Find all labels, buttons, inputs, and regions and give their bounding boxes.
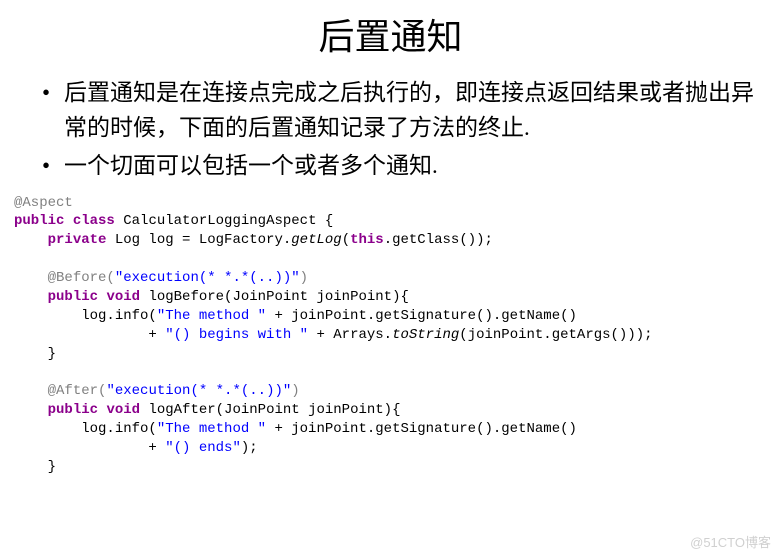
code-text: + joinPoint.getSignature().getName() xyxy=(266,421,577,437)
keyword-void: void xyxy=(106,289,140,305)
code-text: + xyxy=(14,440,165,456)
keyword-private: private xyxy=(48,232,107,248)
watermark: @51CTO博客 xyxy=(690,532,771,551)
code-text: ) xyxy=(300,270,308,286)
code-text: + Arrays. xyxy=(308,327,392,343)
bullet-item: 后置通知是在连接点完成之后执行的，即连接点返回结果或者抛出异常的时候，下面的后置… xyxy=(40,76,761,145)
keyword-public: public xyxy=(14,213,64,229)
code-text: + joinPoint.getSignature().getName() xyxy=(266,308,577,324)
annotation-before: @Before xyxy=(48,270,107,286)
code-text: } xyxy=(14,459,56,475)
annotation-after: @After xyxy=(48,383,98,399)
keyword-public: public xyxy=(48,402,98,418)
keyword-this: this xyxy=(350,232,384,248)
method-tostring: toString xyxy=(392,327,459,343)
page-title: 后置通知 xyxy=(0,0,781,76)
code-text: ( xyxy=(106,270,114,286)
method-sig: logBefore(JoinPoint joinPoint){ xyxy=(140,289,409,305)
keyword-void: void xyxy=(106,402,140,418)
string-literal: "execution(* *.*(..))" xyxy=(115,270,300,286)
annotation-aspect: @Aspect xyxy=(14,195,73,211)
bullet-item: 一个切面可以包括一个或者多个通知. xyxy=(40,149,761,184)
string-literal: "The method " xyxy=(157,308,266,324)
method-sig: logAfter(JoinPoint joinPoint){ xyxy=(140,402,400,418)
code-text: } xyxy=(14,346,56,362)
method-getlog: getLog xyxy=(291,232,341,248)
code-text: ) xyxy=(291,383,299,399)
code-block: @Aspect public class CalculatorLoggingAs… xyxy=(14,194,761,477)
class-name: CalculatorLoggingAspect { xyxy=(115,213,333,229)
code-text: log.info( xyxy=(14,421,157,437)
code-text: log.info( xyxy=(14,308,157,324)
code-text: Log log = LogFactory. xyxy=(106,232,291,248)
bullet-list: 后置通知是在连接点完成之后执行的，即连接点返回结果或者抛出异常的时候，下面的后置… xyxy=(40,76,761,184)
code-text: ); xyxy=(241,440,258,456)
keyword-public: public xyxy=(48,289,98,305)
code-text: (joinPoint.getArgs())); xyxy=(459,327,652,343)
string-literal: "() begins with " xyxy=(165,327,308,343)
string-literal: "execution(* *.*(..))" xyxy=(106,383,291,399)
string-literal: "The method " xyxy=(157,421,266,437)
content-area: 后置通知是在连接点完成之后执行的，即连接点返回结果或者抛出异常的时候，下面的后置… xyxy=(0,76,781,477)
keyword-class: class xyxy=(73,213,115,229)
code-text: .getClass()); xyxy=(384,232,493,248)
string-literal: "() ends" xyxy=(165,440,241,456)
code-text: + xyxy=(14,327,165,343)
code-text: ( xyxy=(342,232,350,248)
